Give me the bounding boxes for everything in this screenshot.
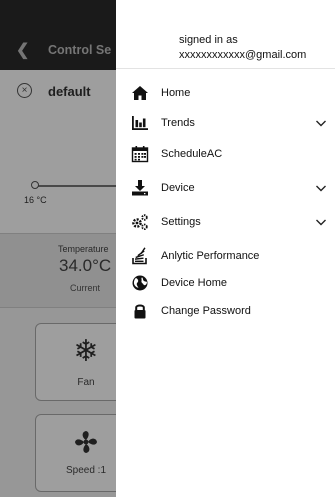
menu-label-trends: Trends (161, 117, 195, 129)
menu-item-trends[interactable]: Trends (116, 112, 335, 136)
menu-label-device: Device (161, 182, 195, 194)
lock-icon (131, 302, 149, 320)
navigation-drawer: signed in as xxxxxxxxxxxx@gmail.com Home… (116, 0, 335, 497)
menu-item-scheduleac[interactable]: ScheduleAC (116, 143, 335, 167)
menu-label-home: Home (161, 87, 191, 99)
signed-in-email: xxxxxxxxxxxx@gmail.com (179, 49, 307, 61)
menu-item-device-home[interactable]: Device Home (116, 272, 335, 296)
menu-label-settings: Settings (161, 216, 201, 228)
globe-icon (131, 274, 149, 292)
menu-item-settings[interactable]: Settings (116, 211, 335, 235)
chevron-down-icon[interactable] (315, 215, 327, 229)
home-icon (131, 84, 149, 102)
menu-item-change-password[interactable]: Change Password (116, 300, 335, 324)
signed-in-label: signed in as (179, 34, 238, 46)
menu-label-change-password: Change Password (161, 305, 251, 317)
menu-item-analytic-performance[interactable]: Anlytic Performance (116, 245, 335, 269)
menu-item-home[interactable]: Home (116, 82, 335, 106)
stack-icon (131, 247, 149, 265)
menu-label-scheduleac: ScheduleAC (161, 148, 223, 160)
download-icon (131, 179, 149, 197)
menu-label-device-home: Device Home (161, 277, 228, 289)
menu-label-analytic-performance: Anlytic Performance (161, 250, 260, 262)
chevron-down-icon[interactable] (315, 116, 327, 130)
calendar-icon (131, 145, 149, 163)
chevron-down-icon[interactable] (315, 181, 327, 195)
bar-chart-icon (131, 114, 149, 132)
gears-icon (131, 213, 149, 231)
menu-item-device[interactable]: Device (116, 177, 335, 201)
drawer-header: signed in as xxxxxxxxxxxx@gmail.com (116, 0, 335, 69)
